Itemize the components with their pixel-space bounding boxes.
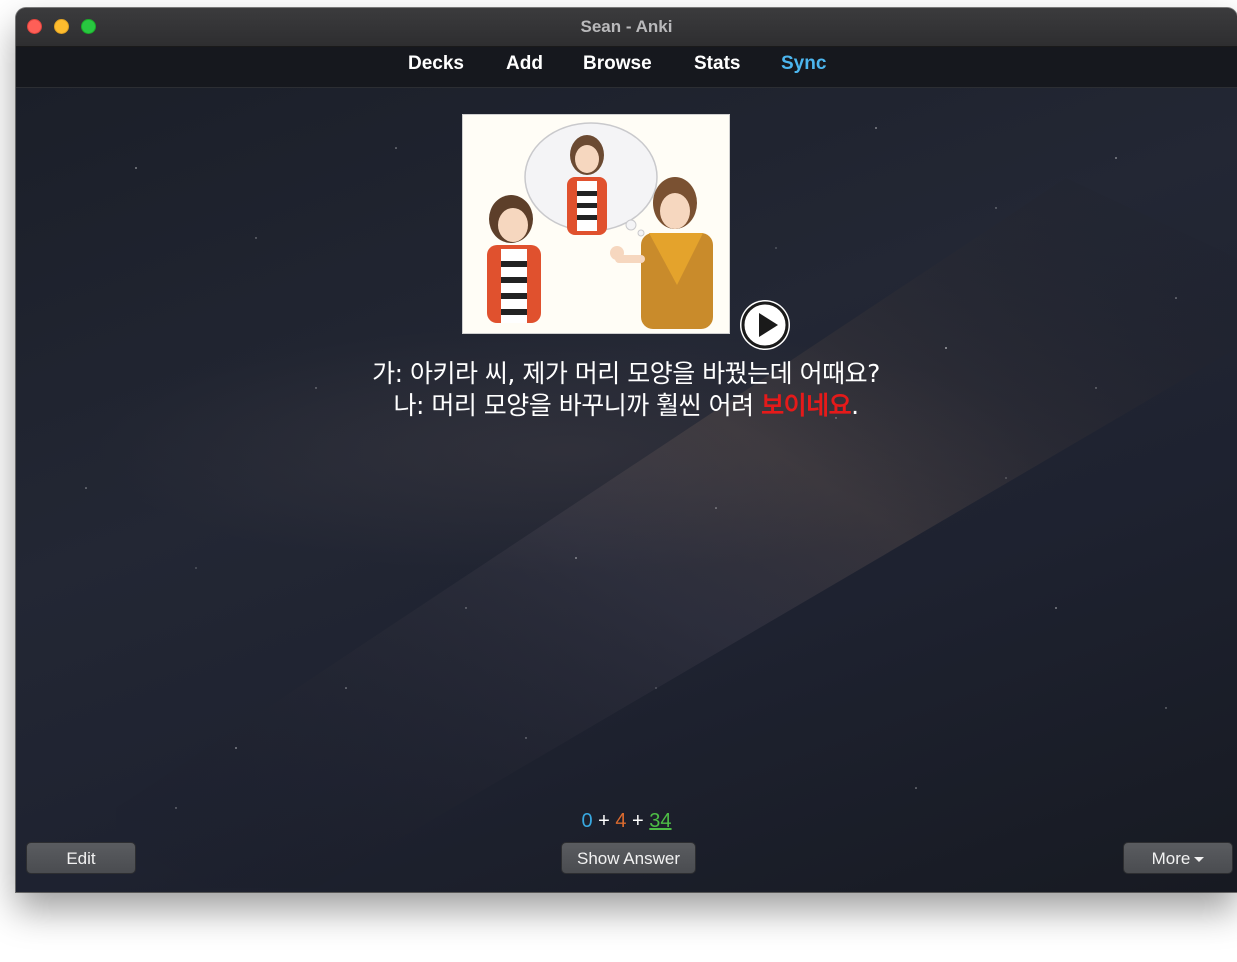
show-answer-button[interactable]: Show Answer bbox=[561, 842, 696, 874]
card-question-line-2: 나: 머리 모양을 바꾸니까 훨씬 어려 보이네요. bbox=[216, 386, 1036, 422]
caret-down-icon bbox=[1194, 857, 1205, 863]
line2-text: 나: 머리 모양을 바꾸니까 훨씬 어려 bbox=[393, 391, 762, 420]
card-question-line-1: 가: 아키라 씨, 제가 머리 모양을 바꿨는데 어때요? bbox=[372, 359, 880, 388]
play-audio-button[interactable] bbox=[740, 300, 790, 350]
more-label: More bbox=[1151, 849, 1191, 868]
play-icon bbox=[741, 301, 789, 349]
plus-separator: + bbox=[626, 810, 650, 832]
due-counts: 0 + 4 + 34 bbox=[16, 810, 1237, 833]
toolbar-stats-link[interactable]: Stats bbox=[694, 53, 740, 75]
main-toolbar: Decks Add Browse Stats Sync bbox=[16, 47, 1237, 88]
learn-count: 4 bbox=[615, 810, 627, 832]
edit-button[interactable]: Edit bbox=[26, 842, 136, 874]
toolbar-sync-link[interactable]: Sync bbox=[781, 53, 826, 75]
title-bar[interactable]: Sean - Anki bbox=[16, 8, 1237, 47]
toolbar-decks-link[interactable]: Decks bbox=[408, 53, 464, 75]
window-title: Sean - Anki bbox=[580, 17, 673, 36]
toolbar-browse-link[interactable]: Browse bbox=[583, 53, 652, 75]
toolbar-add-link[interactable]: Add bbox=[506, 53, 543, 75]
more-button[interactable]: More bbox=[1123, 842, 1233, 874]
line2-suffix: . bbox=[851, 391, 859, 420]
anki-window: Sean - Anki Decks Add Browse Stats Sync bbox=[16, 8, 1237, 892]
new-count: 0 bbox=[581, 810, 593, 832]
cloze-highlight: 보이네요 bbox=[761, 391, 852, 420]
illustration-image bbox=[462, 114, 730, 334]
review-count: 34 bbox=[649, 810, 672, 832]
plus-separator: + bbox=[592, 810, 616, 832]
